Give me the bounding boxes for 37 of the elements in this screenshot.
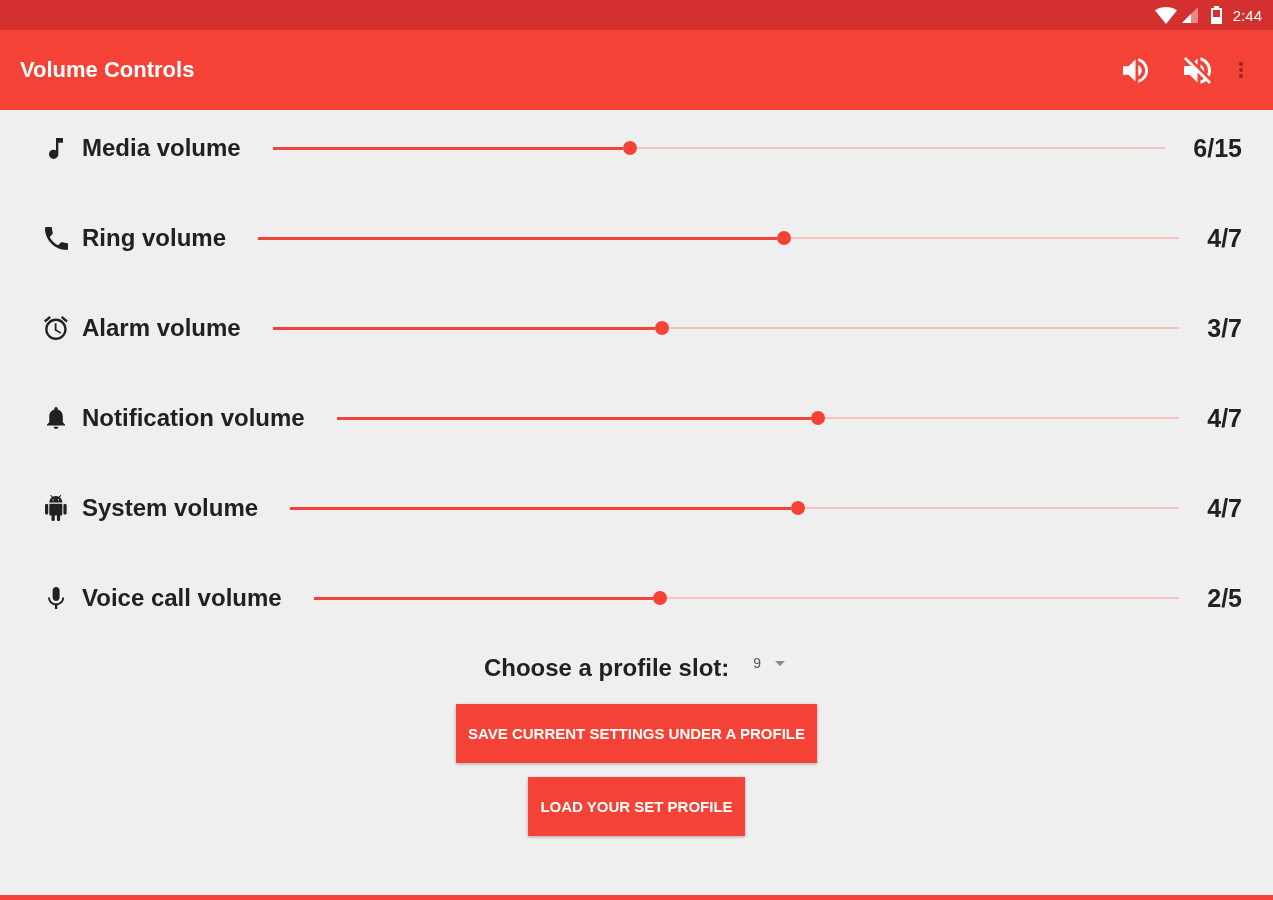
- more-menu-icon[interactable]: [1239, 62, 1243, 78]
- volume-reading: 4/7: [1207, 223, 1242, 253]
- slider-thumb[interactable]: [622, 141, 637, 155]
- load-profile-button[interactable]: LOAD YOUR SET PROFILE: [528, 777, 745, 836]
- battery-icon: [1210, 6, 1222, 24]
- robot-icon: [45, 495, 67, 521]
- caret-icon: [775, 660, 786, 666]
- mute-icon[interactable]: [1184, 56, 1211, 84]
- save-profile-button[interactable]: SAVE CURRENT SETTINGS UNDER A PROFILE: [456, 704, 817, 763]
- volume-reading: 4/7: [1207, 493, 1242, 523]
- profile-slot-dropdown[interactable]: 9: [749, 648, 790, 678]
- slider-thumb[interactable]: [790, 501, 805, 515]
- volume-label: Media volume: [82, 134, 241, 162]
- slider-thumb[interactable]: [777, 231, 792, 245]
- volume-label: Ring volume: [82, 224, 226, 252]
- status-time: 2:44: [1232, 6, 1262, 24]
- volume-reading: 2/5: [1207, 583, 1242, 613]
- music-note-icon: [49, 137, 63, 159]
- phone-icon: [44, 226, 68, 250]
- bell-icon: [46, 407, 65, 429]
- profile-slot-label: Choose a profile slot:: [483, 654, 730, 682]
- alarm-clock-icon: [44, 316, 68, 340]
- cell-signal-icon: [1181, 7, 1198, 23]
- volume-label: Notification volume: [82, 404, 305, 432]
- volume-label: Alarm volume: [82, 314, 241, 342]
- volume-reading: 4/7: [1207, 403, 1242, 433]
- volume-label: Voice call volume: [82, 584, 282, 612]
- app-title: Volume Controls: [20, 57, 195, 83]
- speaker-icon[interactable]: [1123, 57, 1148, 83]
- slider-thumb[interactable]: [654, 321, 669, 335]
- wifi-signal-icon: [1154, 6, 1177, 24]
- slider-thumb[interactable]: [810, 411, 825, 425]
- slider-thumb[interactable]: [652, 591, 667, 605]
- volume-reading: 6/15: [1193, 133, 1242, 163]
- volume-label: System volume: [82, 494, 259, 522]
- microphone-icon: [47, 587, 65, 609]
- volume-reading: 3/7: [1207, 313, 1242, 343]
